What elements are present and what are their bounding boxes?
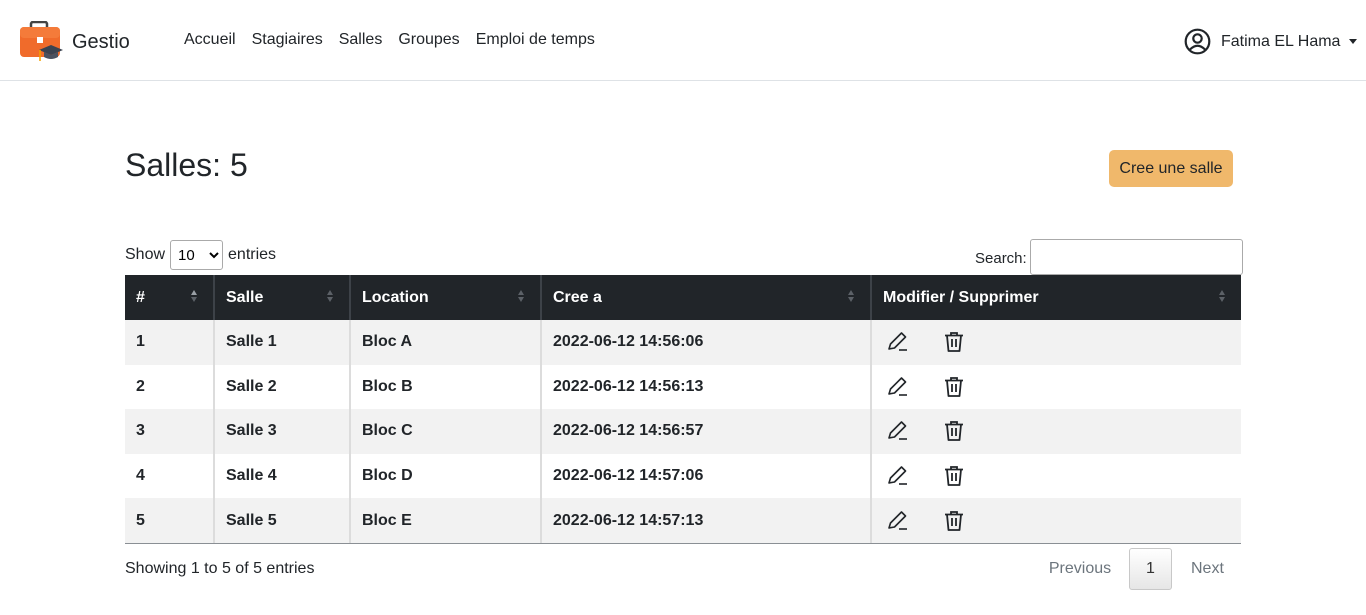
column-header-salle[interactable]: Salle — [214, 275, 351, 320]
user-name: Fatima EL Hama — [1221, 32, 1341, 50]
column-header-label: # — [136, 288, 145, 306]
cell-actions — [871, 409, 1241, 454]
brand-name: Gestio — [72, 31, 130, 53]
cell-created: 2022-06-12 14:57:06 — [541, 453, 872, 499]
cell-location: Bloc D — [350, 453, 542, 499]
cell-id: 4 — [125, 453, 215, 499]
cell-salle: Salle 1 — [214, 320, 351, 365]
nav-item-stagiaires[interactable]: Stagiaires — [252, 31, 323, 49]
sort-icon — [327, 290, 333, 304]
table-bottom-border — [125, 543, 1241, 544]
table-row: 1 Salle 1 Bloc A 2022-06-12 14:56:06 — [125, 320, 1241, 365]
page-title: Salles: 5 — [125, 147, 248, 183]
table-row: 4 Salle 4 Bloc D 2022-06-12 14:57:06 — [125, 453, 1241, 499]
trash-icon[interactable] — [942, 464, 966, 488]
column-header-label: Location — [362, 288, 429, 306]
cell-salle: Salle 5 — [214, 498, 351, 543]
show-label: Show — [125, 246, 166, 263]
table-row: 5 Salle 5 Bloc E 2022-06-12 14:57:13 — [125, 498, 1241, 543]
sort-icon — [191, 290, 197, 304]
trash-icon[interactable] — [942, 330, 966, 354]
cell-actions — [871, 498, 1241, 543]
cell-id: 2 — [125, 364, 215, 410]
table-search: Search: — [975, 239, 1243, 275]
cell-id: 5 — [125, 498, 215, 543]
nav-item-emploi-de-temps[interactable]: Emploi de temps — [476, 31, 595, 49]
cell-created: 2022-06-12 14:57:13 — [541, 498, 872, 543]
cell-actions — [871, 454, 1241, 499]
column-header-cree-a[interactable]: Cree a — [541, 275, 872, 320]
next-page-button[interactable]: Next — [1191, 560, 1224, 578]
table-info: Showing 1 to 5 of 5 entries — [125, 560, 315, 577]
user-menu[interactable]: Fatima EL Hama — [1184, 28, 1358, 55]
cell-salle: Salle 3 — [214, 409, 351, 454]
cell-created: 2022-06-12 14:56:06 — [541, 320, 872, 365]
user-circle-icon — [1184, 28, 1211, 55]
table-header-row: # Salle Location Cree a Modifier / Suppr… — [125, 275, 1241, 320]
cell-location: Bloc B — [350, 364, 542, 410]
search-label: Search: — [975, 249, 1027, 267]
sort-icon — [518, 290, 524, 304]
briefcase-logo-icon — [20, 21, 63, 61]
pagination: Previous 1 Next — [1040, 548, 1224, 590]
main-nav: Accueil Stagiaires Salles Groupes Emploi… — [184, 31, 611, 49]
column-header-actions[interactable]: Modifier / Supprimer — [871, 275, 1241, 320]
pencil-icon[interactable] — [886, 464, 910, 488]
pencil-icon[interactable] — [886, 330, 910, 354]
entries-length-control: Show 10 entries — [125, 240, 276, 270]
navbar: Gestio Accueil Stagiaires Salles Groupes… — [0, 0, 1366, 81]
table-row: 3 Salle 3 Bloc C 2022-06-12 14:56:57 — [125, 409, 1241, 454]
cell-actions — [871, 365, 1241, 410]
column-header-label: Modifier / Supprimer — [883, 288, 1039, 306]
cell-location: Bloc A — [350, 320, 542, 365]
table-row: 2 Salle 2 Bloc B 2022-06-12 14:56:13 — [125, 364, 1241, 410]
trash-icon[interactable] — [942, 375, 966, 399]
column-header-label: Cree a — [553, 288, 602, 306]
page-button-1[interactable]: 1 — [1129, 548, 1172, 590]
nav-item-groupes[interactable]: Groupes — [398, 31, 459, 49]
column-header-id[interactable]: # — [125, 275, 215, 320]
cell-actions — [871, 320, 1241, 365]
entries-select[interactable]: 10 — [170, 240, 224, 270]
cell-id: 1 — [125, 320, 215, 365]
trash-icon[interactable] — [942, 509, 966, 533]
nav-item-salles[interactable]: Salles — [339, 31, 383, 49]
cell-created: 2022-06-12 14:56:57 — [541, 409, 872, 454]
brand[interactable]: Gestio — [19, 21, 130, 63]
cell-location: Bloc C — [350, 409, 542, 454]
pencil-icon[interactable] — [886, 375, 910, 399]
search-input[interactable] — [1029, 239, 1243, 275]
column-header-location[interactable]: Location — [350, 275, 542, 320]
cell-salle: Salle 4 — [214, 453, 351, 499]
salles-table: # Salle Location Cree a Modifier / Suppr… — [125, 275, 1241, 543]
table-body: 1 Salle 1 Bloc A 2022-06-12 14:56:06 2 S… — [125, 320, 1241, 543]
cell-id: 3 — [125, 409, 215, 454]
pencil-icon[interactable] — [886, 419, 910, 443]
pencil-icon[interactable] — [886, 509, 910, 533]
cell-location: Bloc E — [350, 498, 542, 543]
trash-icon[interactable] — [942, 419, 966, 443]
cell-salle: Salle 2 — [214, 364, 351, 410]
column-header-label: Salle — [226, 288, 264, 306]
cell-created: 2022-06-12 14:56:13 — [541, 364, 872, 410]
sort-icon — [1219, 290, 1225, 304]
nav-item-accueil[interactable]: Accueil — [184, 31, 236, 49]
entries-label: entries — [228, 246, 277, 263]
previous-page-button[interactable]: Previous — [1040, 560, 1120, 578]
caret-down-icon — [1349, 39, 1358, 44]
sort-icon — [848, 290, 854, 304]
salles-table-container: # Salle Location Cree a Modifier / Suppr… — [125, 275, 1241, 543]
create-salle-button[interactable]: Cree une salle — [1109, 150, 1233, 187]
